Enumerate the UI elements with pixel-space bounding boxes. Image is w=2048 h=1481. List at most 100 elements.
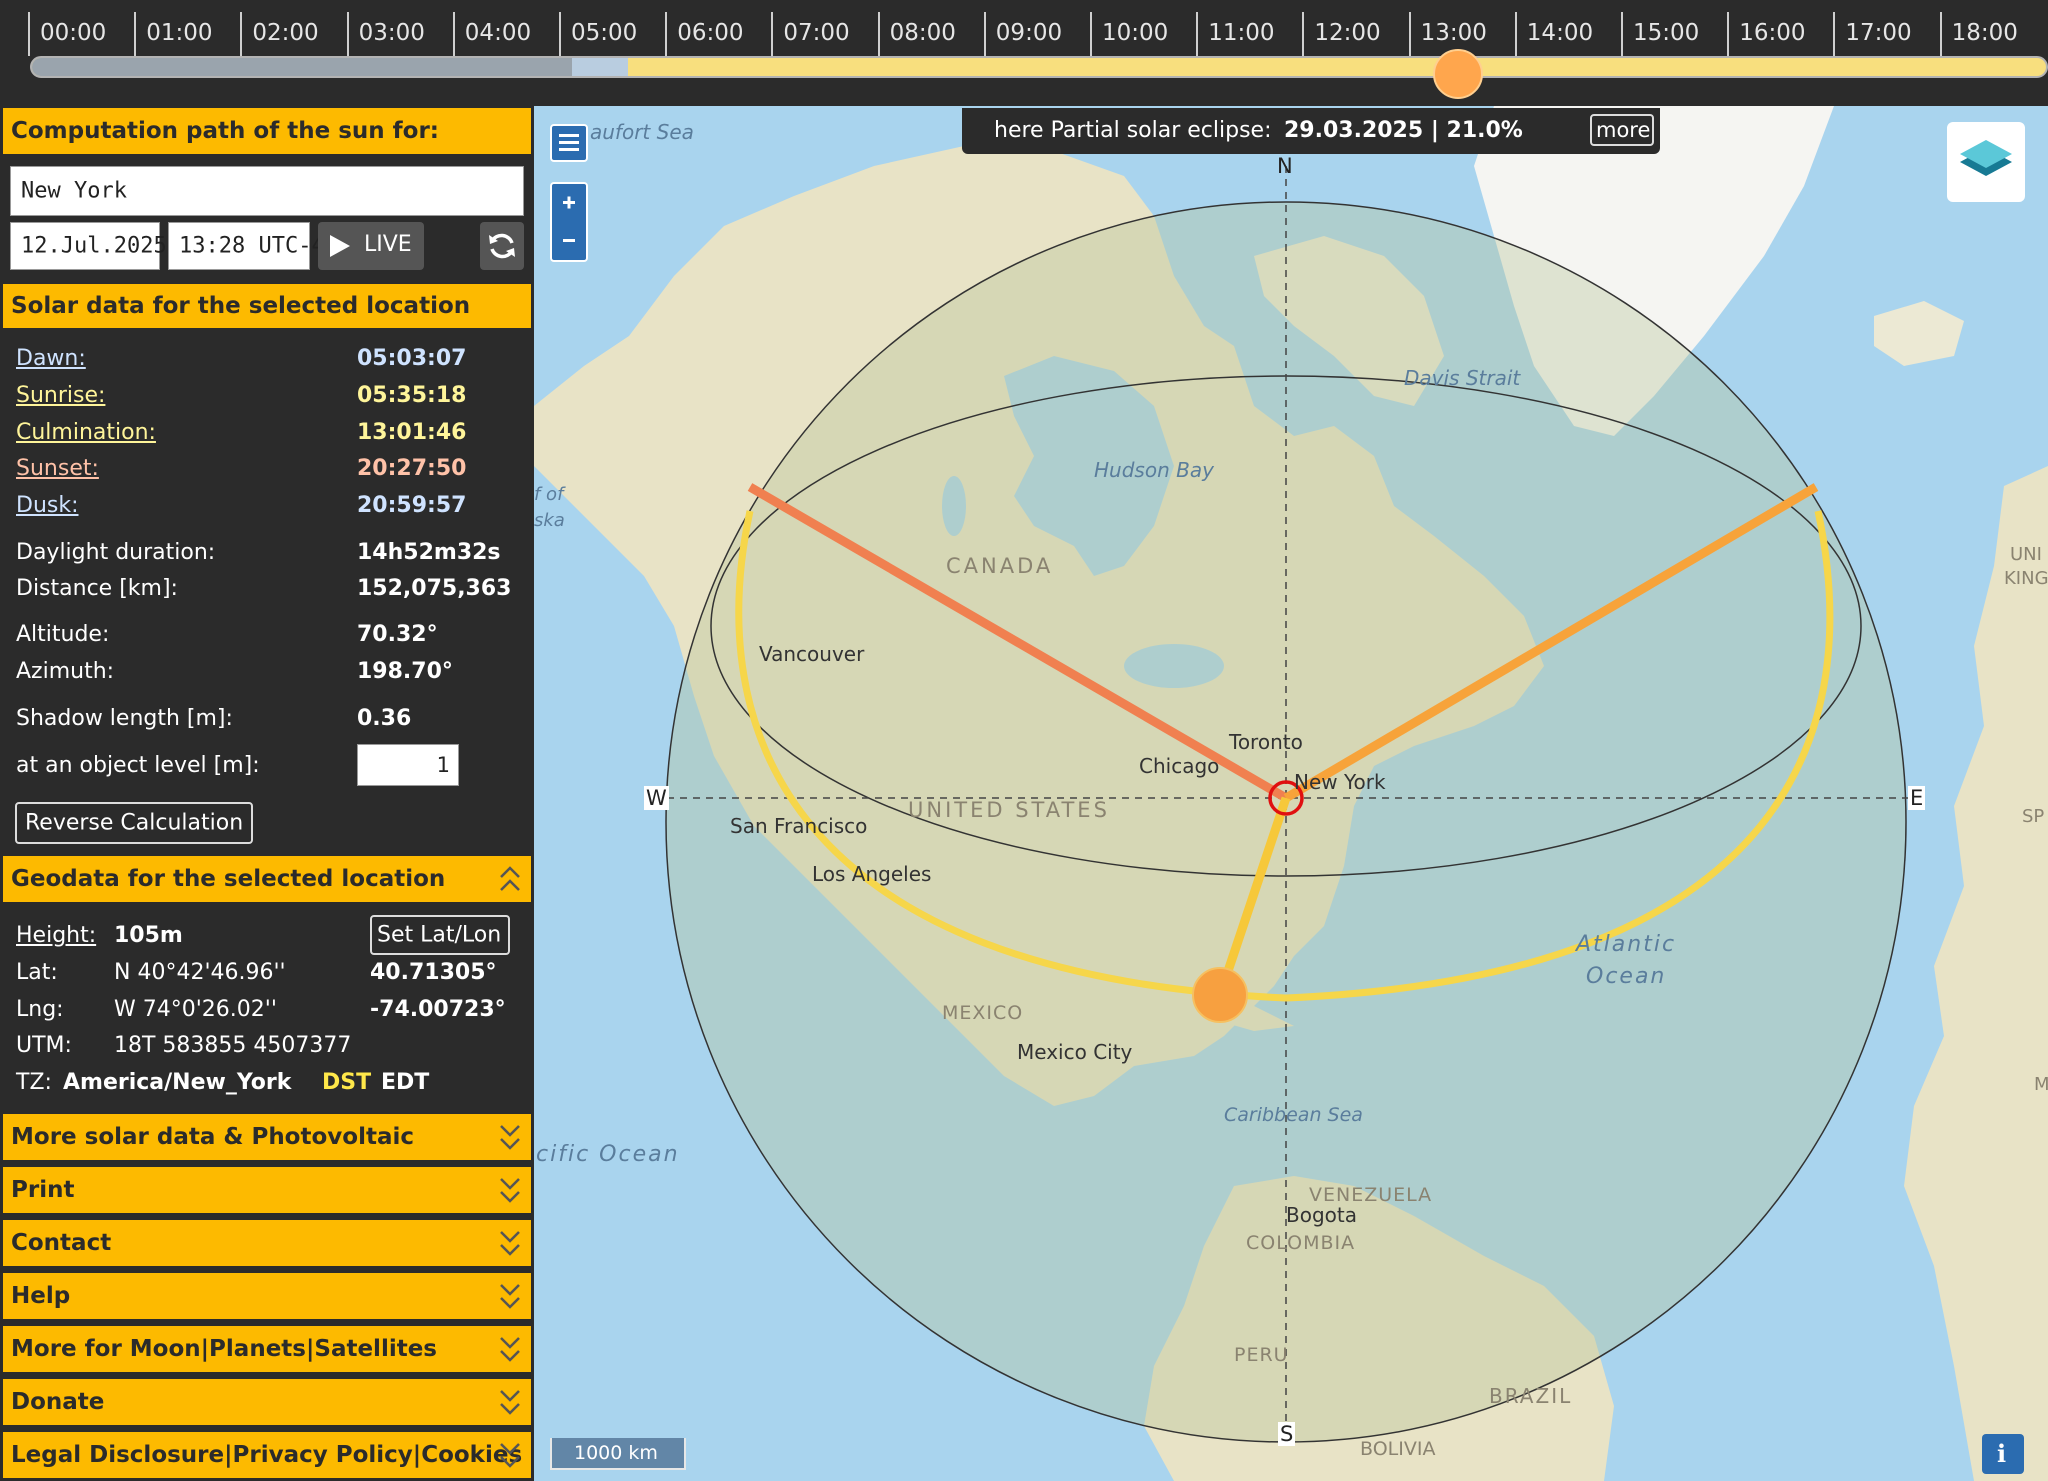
hour-tick-label: 03:00 xyxy=(358,20,425,46)
section-label: Help xyxy=(11,1283,71,1309)
object-level-value: 1 xyxy=(436,753,450,777)
date-field[interactable]: 12.Jul.2025 xyxy=(10,222,167,270)
section-2-header[interactable]: Contact xyxy=(3,1220,531,1266)
reverse-calculation-button[interactable]: Reverse Calculation xyxy=(15,802,253,844)
set-lat-lon-button[interactable]: Set Lat/Lon xyxy=(370,915,510,955)
info-button[interactable]: i xyxy=(1982,1434,2024,1474)
hour-tick-label: 14:00 xyxy=(1526,20,1594,46)
hour-tick-label: 02:00 xyxy=(252,20,319,46)
eclipse-prefix: here Partial solar eclipse: xyxy=(994,118,1272,143)
time-value: 13:28 UTC-4 xyxy=(179,233,325,259)
label-hudson-bay: Hudson Bay xyxy=(1094,458,1214,482)
hour-tick-label: 09:00 xyxy=(995,20,1063,46)
time-track[interactable] xyxy=(30,56,2048,78)
label-peru: PERU xyxy=(1234,1344,1289,1366)
object-level-label: at an object level [m]: xyxy=(16,753,260,778)
label-bogota: Bogota xyxy=(1286,1203,1357,1227)
section-4-header[interactable]: More for Moon|Planets|Satellites xyxy=(3,1326,531,1372)
tz-value: America/New_York xyxy=(63,1070,292,1095)
hour-tick xyxy=(28,12,30,56)
hour-tick xyxy=(1090,12,1092,56)
chevron-down-double-icon xyxy=(500,1337,520,1362)
sunset-value: 20:27:50 xyxy=(357,456,467,481)
section-0-header[interactable]: More solar data & Photovoltaic xyxy=(3,1114,531,1160)
chevron-down-double-icon xyxy=(500,1231,520,1256)
hour-tick-label: 08:00 xyxy=(889,20,956,46)
map-view[interactable]: N S W E New York Toronto Chicago Vancouv… xyxy=(534,106,2048,1481)
map-canvas xyxy=(534,106,2048,1481)
sunrise-label[interactable]: Sunrise: xyxy=(16,383,105,408)
label-toronto: Toronto xyxy=(1229,730,1303,754)
culmination-value: 13:01:46 xyxy=(357,420,467,445)
distance-value: 152,075,363 xyxy=(357,576,512,601)
date-value: 12.Jul.2025 xyxy=(21,233,167,259)
layers-icon xyxy=(1960,140,2012,176)
sidebar: Computation path of the sun for: New Yor… xyxy=(0,106,534,1481)
dusk-label[interactable]: Dusk: xyxy=(16,493,79,518)
label-venezuela: VENEZUELA xyxy=(1309,1184,1433,1206)
azimuth-value: 198.70° xyxy=(357,659,453,684)
hour-tick-label: 18:00 xyxy=(1951,20,2018,46)
lat-decimal: 40.71305° xyxy=(370,960,497,985)
hour-tick xyxy=(1302,12,1305,56)
label-canada: CANADA xyxy=(946,554,1054,578)
geodata-header[interactable]: Geodata for the selected location xyxy=(3,856,531,902)
solar-data-header-label: Solar data for the selected location xyxy=(11,293,471,319)
label-caribbean-sea: Caribbean Sea xyxy=(1224,1104,1363,1126)
hour-tick-label: 06:00 xyxy=(677,20,744,46)
scale-bar: 1000 km xyxy=(550,1438,686,1470)
europe-africa-land xyxy=(1904,466,2048,1481)
section-3-header[interactable]: Help xyxy=(3,1273,531,1319)
altitude-value: 70.32° xyxy=(357,622,438,647)
zoom-in-icon[interactable] xyxy=(552,184,586,222)
label-uk-1: UNI xyxy=(2010,544,2042,565)
section-6-header[interactable]: Legal Disclosure|Privacy Policy|Cookies xyxy=(3,1432,531,1478)
label-brazil: BRAZIL xyxy=(1489,1384,1573,1408)
culmination-label[interactable]: Culmination: xyxy=(16,420,156,445)
map-layers-button[interactable] xyxy=(1947,122,2025,202)
time-slider-handle[interactable] xyxy=(1433,49,1484,99)
dawn-label[interactable]: Dawn: xyxy=(16,346,86,371)
label-chicago: Chicago xyxy=(1139,754,1220,778)
altitude-label: Altitude: xyxy=(16,622,110,647)
iceland-land xyxy=(1874,301,1964,366)
time-slider-bar[interactable]: 00:00 01:00 02:00 03:00 04:00 05:00 06:00 07:00… xyxy=(0,0,2048,106)
dawn-value: 05:03:07 xyxy=(357,346,467,371)
object-level-input[interactable]: 1 xyxy=(357,744,459,786)
hour-tick xyxy=(559,12,561,56)
label-atlantic: Atlantic xyxy=(1576,932,1677,957)
eclipse-banner: here Partial solar eclipse: 29.03.2025 |… xyxy=(962,108,1660,154)
distance-label: Distance [km]: xyxy=(16,576,178,601)
hour-tick xyxy=(983,12,986,56)
location-search-input[interactable]: New York xyxy=(10,166,524,216)
eclipse-more-button[interactable]: more xyxy=(1590,114,1654,146)
refresh-button[interactable] xyxy=(480,222,524,270)
compass-north: N xyxy=(1277,154,1293,178)
label-new-york: New York xyxy=(1294,770,1386,794)
hour-tick-label: 04:00 xyxy=(464,20,532,46)
dusk-value: 20:59:57 xyxy=(357,493,467,518)
hour-tick xyxy=(877,12,880,56)
layer-menu-button[interactable] xyxy=(550,124,588,162)
live-button[interactable]: LIVE xyxy=(318,222,424,270)
hour-tick-label: 07:00 xyxy=(783,20,850,46)
time-field[interactable]: 13:28 UTC-4 xyxy=(168,222,325,270)
section-1-header[interactable]: Print xyxy=(3,1167,531,1213)
label-bolivia: BOLIVIA xyxy=(1360,1438,1436,1460)
label-beaufort-sea: aufort Sea xyxy=(590,120,694,144)
hour-tick xyxy=(346,12,349,56)
reverse-calculation-label: Reverse Calculation xyxy=(25,810,244,836)
daylight-value: 14h52m32s xyxy=(357,540,501,565)
shadow-length-value: 0.36 xyxy=(357,706,412,731)
hour-tick xyxy=(1621,12,1623,56)
zoom-out-icon[interactable] xyxy=(552,222,586,260)
height-label[interactable]: Height: xyxy=(16,923,96,948)
hour-tick-label: 15:00 xyxy=(1633,20,1700,46)
hour-tick-label: 05:00 xyxy=(571,20,638,46)
hour-tick xyxy=(1196,12,1199,56)
sunset-label[interactable]: Sunset: xyxy=(16,456,99,481)
section-5-header[interactable]: Donate xyxy=(3,1379,531,1425)
hour-tick xyxy=(1833,12,1836,56)
tz-label: TZ: xyxy=(16,1070,52,1095)
hour-tick-label: 13:00 xyxy=(1420,20,1487,46)
